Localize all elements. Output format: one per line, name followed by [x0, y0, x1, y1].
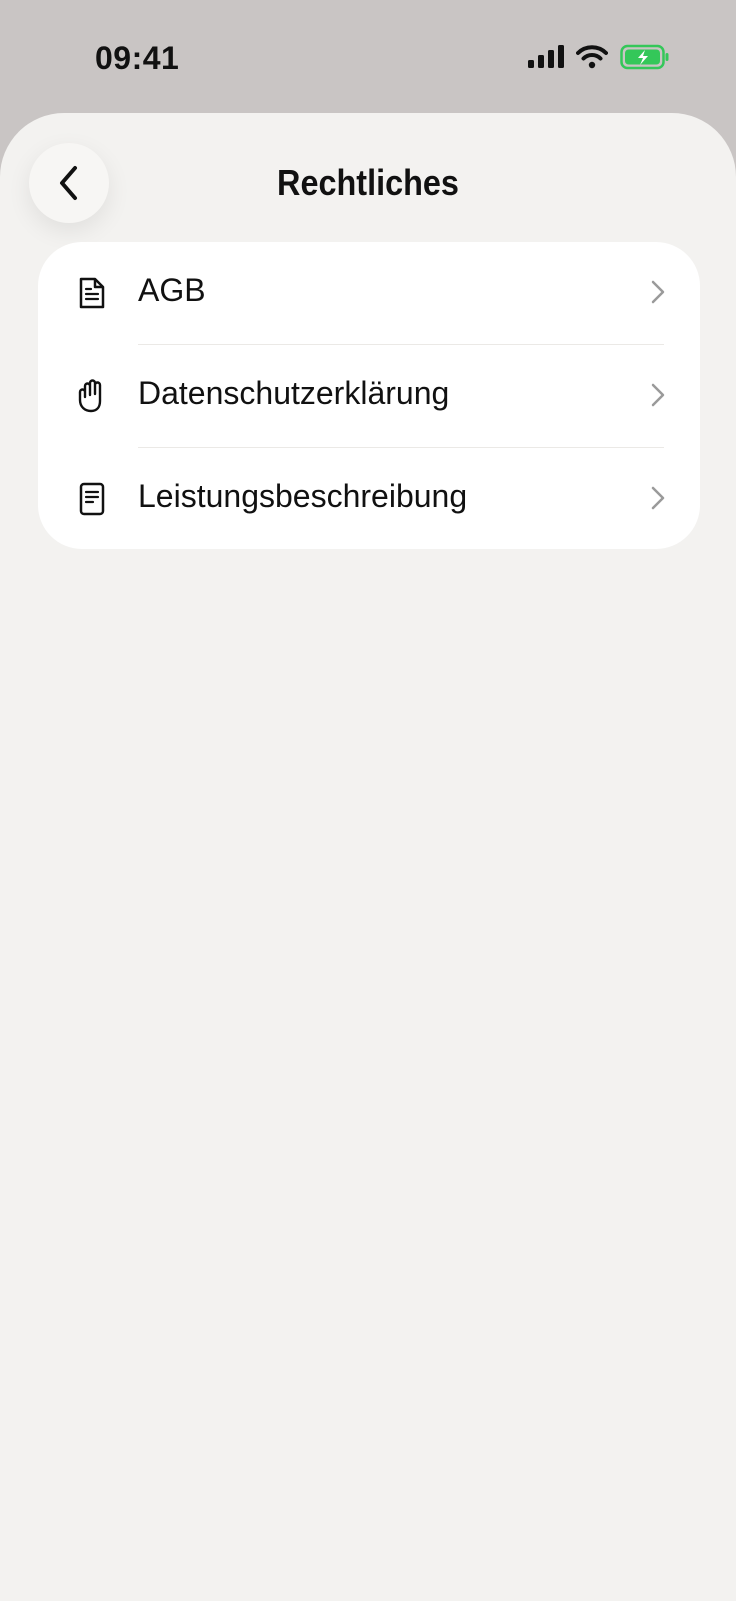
page-title: Rechtliches [277, 162, 459, 203]
menu-item-label: Leistungsbeschreibung [138, 478, 468, 514]
cellular-signal-icon [528, 45, 564, 68]
status-icons [528, 44, 670, 70]
hand-icon [74, 378, 110, 414]
menu-item-agb[interactable]: AGB [38, 242, 700, 344]
list-document-icon [74, 481, 110, 517]
menu-item-datenschutzerklaerung[interactable]: Datenschutzerklärung [38, 345, 700, 447]
menu-item-label: Datenschutzerklärung [138, 375, 450, 411]
document-icon [74, 275, 110, 311]
chevron-right-icon [651, 383, 665, 407]
status-bar: 09:41 [0, 0, 736, 112]
chevron-right-icon [651, 280, 665, 304]
battery-charging-icon [620, 44, 669, 70]
wifi-icon [576, 45, 608, 69]
status-time: 09:41 [95, 40, 180, 76]
legal-menu-card: AGB Datenschutzerklärung Leistungsbeschr… [38, 242, 700, 549]
menu-item-leistungsbeschreibung[interactable]: Leistungsbeschreibung [38, 448, 700, 549]
menu-item-label: AGB [138, 272, 206, 308]
chevron-right-icon [651, 486, 665, 510]
